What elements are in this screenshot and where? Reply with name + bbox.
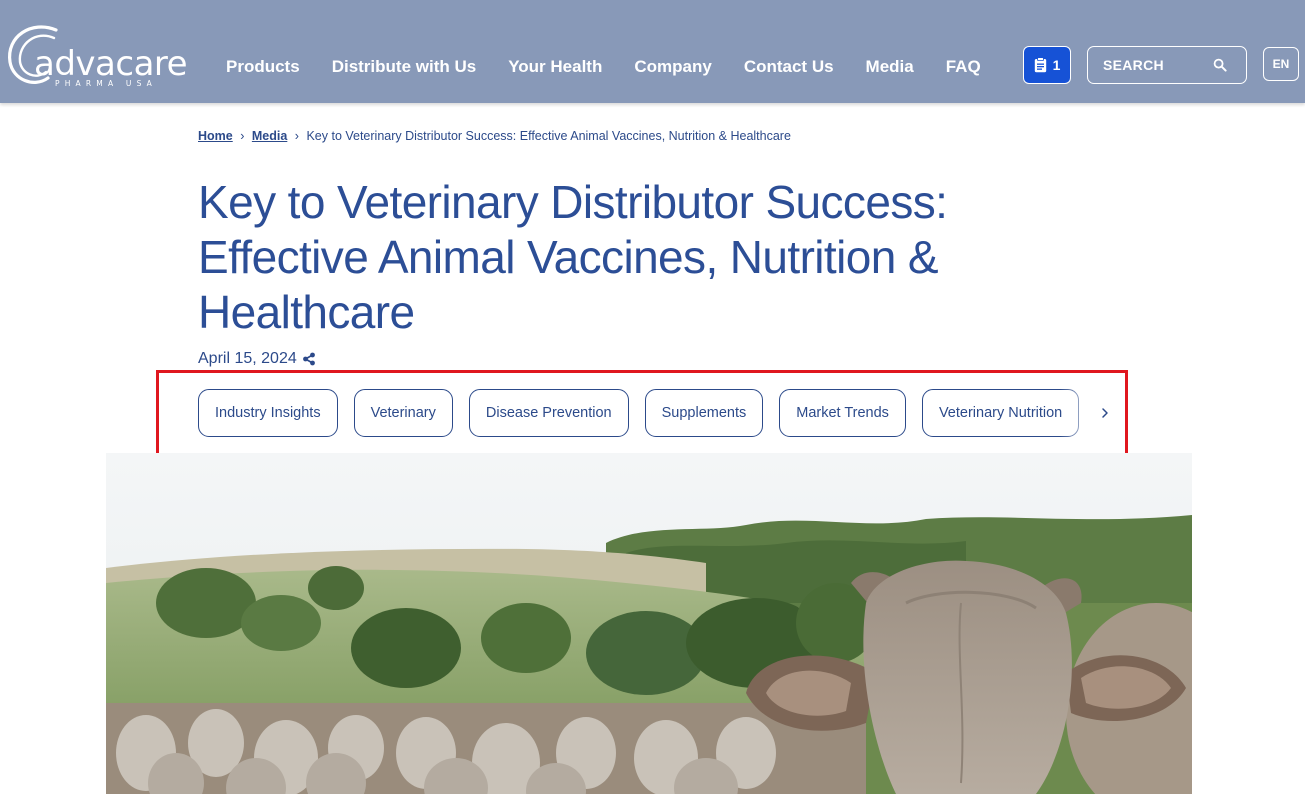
breadcrumb-current: Key to Veterinary Distributor Success: E… xyxy=(306,129,791,143)
breadcrumb-home[interactable]: Home xyxy=(198,129,233,143)
breadcrumb-separator: › xyxy=(294,129,299,143)
tags-fade-overlay xyxy=(1060,389,1100,437)
tag-veterinary[interactable]: Veterinary xyxy=(353,389,453,437)
article-meta: April 15, 2024 xyxy=(198,350,316,368)
nav-faq[interactable]: FAQ xyxy=(946,57,981,77)
nav-contact-us[interactable]: Contact Us xyxy=(744,57,834,77)
tag-market-trends[interactable]: Market Trends xyxy=(779,389,906,437)
search-icon[interactable] xyxy=(1213,58,1227,72)
tags-scroll-next-button[interactable] xyxy=(1095,403,1115,423)
clipboard-icon xyxy=(1034,57,1046,73)
search-placeholder: SEARCH xyxy=(1103,57,1164,73)
page-title: Key to Veterinary Distributor Success: E… xyxy=(198,176,948,338)
cart-count-badge: 1 xyxy=(1052,57,1061,73)
tag-veterinary-nutrition[interactable]: Veterinary Nutrition xyxy=(921,389,1080,437)
nav-your-health[interactable]: Your Health xyxy=(508,57,602,77)
quote-cart-button[interactable]: 1 xyxy=(1023,46,1071,84)
language-selector[interactable]: EN xyxy=(1263,47,1299,81)
tag-list: Industry Insights Veterinary Disease Pre… xyxy=(198,389,1098,437)
tag-industry-insights[interactable]: Industry Insights xyxy=(198,389,338,437)
search-input[interactable]: SEARCH xyxy=(1087,46,1247,84)
chevron-right-icon xyxy=(1102,408,1108,418)
hero-image-cattle xyxy=(106,453,1192,794)
logo-subtitle: PHARMA USA xyxy=(55,79,158,88)
share-icon[interactable] xyxy=(302,352,316,366)
nav-distribute-with-us[interactable]: Distribute with Us xyxy=(332,57,477,77)
advacare-logo[interactable]: advacare PHARMA USA xyxy=(4,22,188,92)
nav-media[interactable]: Media xyxy=(866,57,914,77)
breadcrumb-media[interactable]: Media xyxy=(252,129,287,143)
tag-supplements[interactable]: Supplements xyxy=(644,389,764,437)
nav-company[interactable]: Company xyxy=(634,57,711,77)
main-nav: Products Distribute with Us Your Health … xyxy=(226,57,981,77)
site-header: advacare PHARMA USA Products Distribute … xyxy=(0,0,1305,103)
nav-products[interactable]: Products xyxy=(226,57,300,77)
breadcrumb-separator: › xyxy=(240,129,245,143)
tag-disease-prevention[interactable]: Disease Prevention xyxy=(468,389,629,437)
publish-date: April 15, 2024 xyxy=(198,350,297,367)
logo-wordmark: advacare xyxy=(34,44,188,84)
breadcrumb: Home › Media › Key to Veterinary Distrib… xyxy=(198,129,791,143)
